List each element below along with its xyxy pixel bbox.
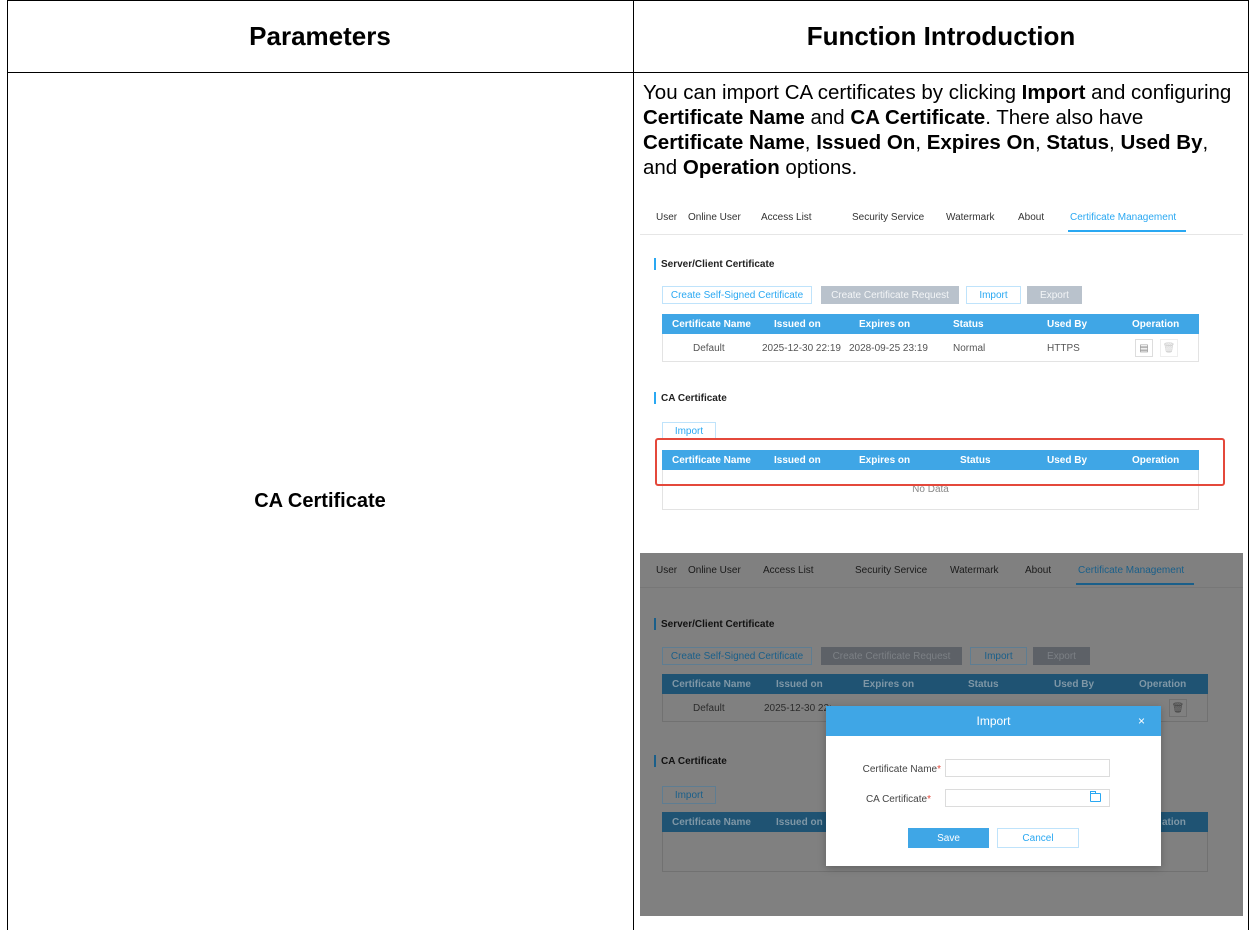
col-operation-truncated: ation <box>1162 817 1186 828</box>
tab-security-service[interactable]: Security Service <box>855 565 927 576</box>
cell-issued: 2025-12-30 22: <box>764 703 832 714</box>
tab-access-list[interactable]: Access List <box>761 212 812 223</box>
tab-watermark[interactable]: Watermark <box>950 565 999 576</box>
function-description: You can import CA certificates by clicki… <box>643 81 1232 179</box>
ca-section-title: CA Certificate <box>654 755 727 767</box>
header-function-introduction: Function Introduction <box>806 20 1076 51</box>
tab-online-user[interactable]: Online User <box>688 212 741 223</box>
col-used-by: Used By <box>1047 319 1088 330</box>
tab-online-user[interactable]: Online User <box>688 565 741 576</box>
cell-expires: 2028-09-25 23:19 <box>849 343 928 354</box>
tab-certificate-management[interactable]: Certificate Management <box>1070 212 1176 223</box>
col-operation: Operation <box>1139 679 1187 690</box>
tab-bar: User Online User Access List Security Se… <box>640 553 1243 588</box>
details-icon[interactable]: ▤ <box>1135 339 1153 357</box>
dialog-title: Import <box>976 714 1011 728</box>
cell-name: Default <box>693 343 725 354</box>
tab-user[interactable]: User <box>656 212 677 223</box>
col-issued-on: Issued on <box>776 817 823 828</box>
highlight-annotation <box>655 438 1225 486</box>
cell-used-by: HTTPS <box>1047 343 1080 354</box>
col-expires-on: Expires on <box>863 679 915 690</box>
certificate-name-label: Certificate Name* <box>862 764 941 775</box>
delete-icon[interactable]: 🗑 <box>1169 699 1187 717</box>
required-mark: * <box>937 764 941 775</box>
tab-about[interactable]: About <box>1018 212 1044 223</box>
cell-status: Normal <box>953 343 986 354</box>
ca-certificate-label: CA Certificate* <box>865 794 931 805</box>
table-border-middle <box>633 0 634 930</box>
col-status: Status <box>953 319 984 330</box>
tab-watermark[interactable]: Watermark <box>946 212 995 223</box>
col-issued-on: Issued on <box>776 679 823 690</box>
export-button[interactable]: Export <box>1033 647 1090 665</box>
server-table-header: Certificate Name Issued on Expires on St… <box>662 674 1208 694</box>
delete-icon[interactable]: 🗑 <box>1160 339 1178 357</box>
server-client-section-title: Server/Client Certificate <box>654 258 774 270</box>
col-certificate-name: Certificate Name <box>672 319 751 330</box>
active-tab-indicator <box>1068 230 1186 232</box>
cancel-button[interactable]: Cancel <box>997 828 1079 848</box>
save-button[interactable]: Save <box>908 828 989 848</box>
tab-about[interactable]: About <box>1025 565 1051 576</box>
table-row: Default 2025-12-30 22:19 2028-09-25 23:1… <box>662 334 1199 362</box>
certificate-name-input[interactable] <box>945 759 1110 777</box>
tab-access-list[interactable]: Access List <box>763 565 814 576</box>
create-self-signed-button[interactable]: Create Self-Signed Certificate <box>662 286 812 304</box>
export-button[interactable]: Export <box>1027 286 1082 304</box>
col-issued-on: Issued on <box>774 319 821 330</box>
dialog-header: Import × <box>826 706 1161 736</box>
server-table-header: Certificate Name Issued on Expires on St… <box>662 314 1199 334</box>
create-request-button[interactable]: Create Certificate Request <box>821 647 962 665</box>
ca-certificate-input[interactable] <box>945 789 1110 807</box>
col-certificate-name: Certificate Name <box>672 817 751 828</box>
server-import-button[interactable]: Import <box>970 647 1027 665</box>
close-icon[interactable]: × <box>1138 714 1145 728</box>
ca-import-button[interactable]: Import <box>662 786 716 804</box>
header-parameters: Parameters <box>249 20 391 51</box>
ca-section-title: CA Certificate <box>654 392 727 404</box>
cell-issued: 2025-12-30 22:19 <box>762 343 841 354</box>
col-certificate-name: Certificate Name <box>672 679 751 690</box>
required-mark: * <box>927 794 931 805</box>
tab-bar: User Online User Access List Security Se… <box>640 200 1243 235</box>
create-self-signed-button[interactable]: Create Self-Signed Certificate <box>662 647 812 665</box>
screenshot-import-dialog: User Online User Access List Security Se… <box>640 553 1243 916</box>
col-used-by: Used By <box>1054 679 1095 690</box>
create-request-button[interactable]: Create Certificate Request <box>821 286 959 304</box>
col-expires-on: Expires on <box>859 319 911 330</box>
cell-name: Default <box>693 703 725 714</box>
tab-user[interactable]: User <box>656 565 677 576</box>
active-tab-indicator <box>1076 583 1194 585</box>
server-client-section-title: Server/Client Certificate <box>654 618 774 630</box>
folder-icon[interactable] <box>1090 791 1101 802</box>
col-operation: Operation <box>1132 319 1180 330</box>
server-import-button[interactable]: Import <box>966 286 1021 304</box>
parameter-name: CA Certificate <box>254 489 386 512</box>
tab-security-service[interactable]: Security Service <box>852 212 924 223</box>
import-dialog: Import × Certificate Name* CA Certificat… <box>826 706 1161 866</box>
tab-certificate-management[interactable]: Certificate Management <box>1078 565 1184 576</box>
screenshot-certificate-management: User Online User Access List Security Se… <box>640 200 1243 543</box>
col-status: Status <box>968 679 999 690</box>
